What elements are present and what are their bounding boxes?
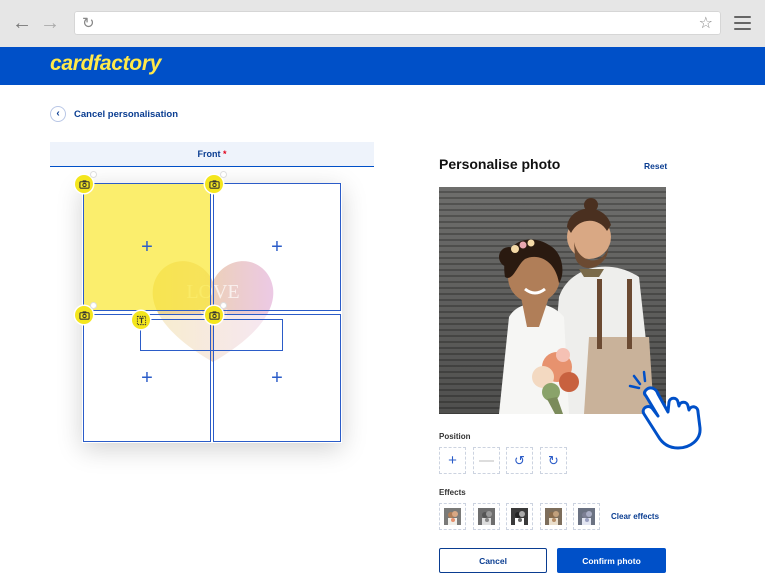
- tab-front[interactable]: Front *: [50, 142, 374, 167]
- rotate-right-icon[interactable]: ↻: [540, 447, 567, 474]
- hamburger-menu-icon[interactable]: [734, 16, 751, 34]
- clear-effects-button[interactable]: Clear effects: [611, 512, 659, 521]
- effects-label: Effects: [439, 488, 466, 497]
- plus-icon: +: [141, 367, 153, 389]
- effect-greyscale[interactable]: [473, 503, 500, 530]
- photo-slot-1[interactable]: +: [83, 183, 211, 311]
- camera-badge-icon[interactable]: [75, 172, 96, 193]
- chevron-left-icon: ‹: [50, 106, 66, 122]
- reload-icon[interactable]: ↻: [82, 14, 95, 32]
- position-label: Position: [439, 432, 471, 441]
- cancel-personalisation-label: Cancel personalisation: [74, 108, 179, 120]
- zoom-in-icon[interactable]: +: [439, 447, 466, 474]
- plus-icon: +: [271, 236, 283, 258]
- address-bar[interactable]: ↻ ☆: [74, 11, 721, 35]
- required-marker: *: [223, 149, 227, 159]
- cardfactory-logo[interactable]: cardfactory: [50, 52, 161, 76]
- panel-title: Personalise photo: [439, 156, 561, 172]
- site-header: cardfactory: [0, 47, 765, 85]
- cancel-personalisation-link[interactable]: ‹ Cancel personalisation: [50, 106, 178, 122]
- reset-button[interactable]: Reset: [644, 161, 667, 171]
- tab-front-label: Front: [197, 149, 221, 159]
- photo-slot-2[interactable]: +: [213, 183, 341, 311]
- cancel-button[interactable]: Cancel: [439, 548, 547, 573]
- camera-badge-icon[interactable]: [205, 303, 226, 324]
- plus-icon: +: [271, 367, 283, 389]
- rotate-left-icon[interactable]: ↺: [506, 447, 533, 474]
- camera-badge-icon[interactable]: [205, 172, 226, 193]
- effect-high-contrast[interactable]: [506, 503, 533, 530]
- zoom-out-icon[interactable]: —: [473, 447, 500, 474]
- effect-original[interactable]: [439, 503, 466, 530]
- text-badge-icon[interactable]: [132, 311, 150, 329]
- pointer-hand-icon: [628, 370, 702, 450]
- confirm-photo-button[interactable]: Confirm photo: [557, 548, 666, 573]
- camera-badge-icon[interactable]: [75, 303, 96, 324]
- plus-icon: +: [141, 236, 153, 258]
- star-icon[interactable]: ☆: [699, 13, 713, 33]
- arrow-left-icon[interactable]: ←: [12, 13, 32, 33]
- effect-cool[interactable]: [573, 503, 600, 530]
- browser-toolbar: ← → ↻ ☆: [0, 0, 765, 47]
- effect-sepia[interactable]: [540, 503, 567, 530]
- arrow-right-icon[interactable]: →: [40, 13, 60, 33]
